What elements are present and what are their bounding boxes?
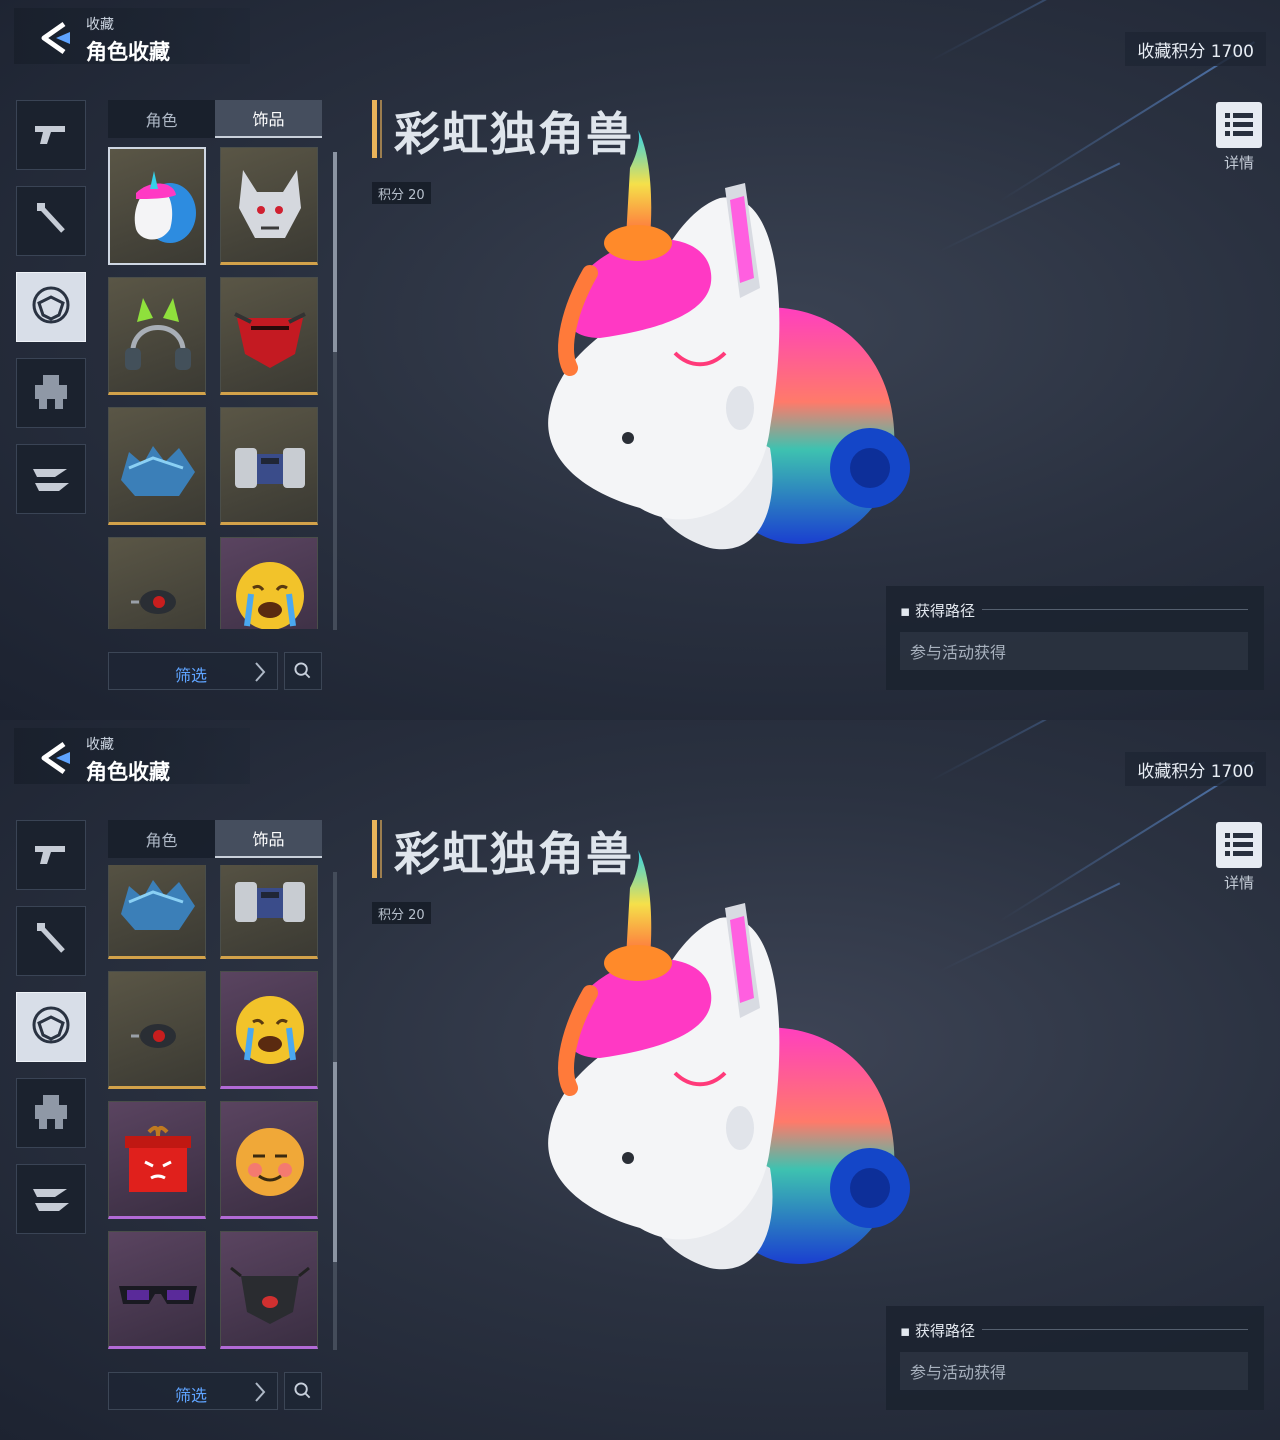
acquisition-panel: ▪ 获得路径 参与活动获得 (886, 586, 1264, 690)
category-tabs: 角色 饰品 (108, 820, 322, 858)
collection-points: 收藏积分 1700 (1125, 32, 1266, 66)
category-tabs: 角色 饰品 (108, 100, 322, 138)
header-bar: 收藏 角色收藏 (14, 8, 250, 64)
back-arrow-icon[interactable] (34, 18, 78, 58)
bg-streak (939, 882, 1121, 972)
acquisition-heading-text: 获得路径 (914, 1322, 975, 1340)
grid-item-unicorn-head[interactable] (108, 147, 206, 265)
header-bar: 收藏 角色收藏 (14, 728, 250, 784)
back-arrow-icon[interactable] (34, 738, 78, 778)
unicorn-head-model (548, 850, 910, 1270)
chevron-right-icon (255, 662, 266, 682)
filter-label: 筛选 (175, 666, 208, 685)
pistol-icon (31, 838, 71, 872)
search-icon (294, 1382, 311, 1399)
item-score: 积分 20 (372, 902, 431, 924)
sidebar-item-vehicle[interactable] (16, 444, 86, 514)
sidebar-item-mech[interactable] (16, 1078, 86, 1148)
collection-points: 收藏积分 1700 (1125, 752, 1266, 786)
grid-item-wolf-mask[interactable] (220, 147, 318, 265)
filter-label: 筛选 (175, 1386, 208, 1405)
grid-scrollbar[interactable] (333, 152, 337, 630)
acquisition-heading: ▪ 获得路径 (900, 1322, 975, 1340)
bg-streak (939, 162, 1121, 252)
acquisition-heading-text: 获得路径 (914, 602, 975, 620)
detail-label: 详情 (1224, 154, 1255, 172)
divider (982, 609, 1248, 610)
item-grid (108, 145, 322, 629)
item-grid (108, 865, 322, 1349)
breadcrumb: 收藏 (86, 17, 114, 33)
grid-item-cat-ear-headset[interactable] (108, 277, 206, 395)
sidebar-item-pistol[interactable] (16, 820, 86, 890)
vehicle-icon (29, 1177, 73, 1221)
mask-icon (29, 1003, 73, 1051)
title-accent (380, 820, 382, 878)
tab-character[interactable]: 角色 (108, 820, 215, 858)
tab-accessory[interactable]: 饰品 (215, 820, 322, 858)
grid-item-black-face-mask[interactable] (220, 1231, 318, 1349)
melee-icon (31, 199, 71, 243)
divider (982, 1329, 1248, 1330)
list-icon (1225, 113, 1253, 136)
search-button[interactable] (284, 652, 322, 690)
sidebar-item-mask[interactable] (16, 272, 86, 342)
grid-item-smug-emoji-head[interactable] (220, 1101, 318, 1219)
unicorn-head-model (548, 130, 910, 550)
grid-item-crying-emoji-head[interactable] (220, 537, 318, 629)
list-icon (1225, 833, 1253, 856)
acquisition-heading: ▪ 获得路径 (900, 602, 975, 620)
page-title: 角色收藏 (86, 40, 170, 64)
title-accent (372, 100, 377, 158)
acquisition-method: 参与活动获得 (900, 1352, 1248, 1390)
grid-item-blue-crystal-armor[interactable] (108, 865, 206, 959)
grid-item-crying-emoji-head[interactable] (220, 971, 318, 1089)
detail-label: 详情 (1224, 874, 1255, 892)
filter-button[interactable]: 筛选 (108, 1372, 278, 1410)
grid-item-red-mask[interactable] (220, 277, 318, 395)
sidebar-item-melee[interactable] (16, 186, 86, 256)
acquisition-method: 参与活动获得 (900, 632, 1248, 670)
sidebar-item-mask[interactable] (16, 992, 86, 1062)
chevron-right-icon (255, 1382, 266, 1402)
grid-item-purple-glasses[interactable] (108, 1231, 206, 1349)
sidebar-item-mech[interactable] (16, 358, 86, 428)
sidebar-item-vehicle[interactable] (16, 1164, 86, 1234)
search-button[interactable] (284, 1372, 322, 1410)
sidebar-item-pistol[interactable] (16, 100, 86, 170)
mask-icon (29, 283, 73, 331)
grid-item-red-eye-device[interactable] (108, 971, 206, 1089)
acquisition-panel: ▪ 获得路径 参与活动获得 (886, 1306, 1264, 1410)
detail-button[interactable] (1216, 822, 1262, 868)
scroll-thumb[interactable] (333, 152, 337, 352)
detail-button[interactable] (1216, 102, 1262, 148)
collection-screen: 收藏 角色收藏 收藏积分 1700 角色 饰品 筛选 彩虹独角兽 积分 20 详… (0, 0, 1280, 720)
grid-item-angry-gift-box[interactable] (108, 1101, 206, 1219)
grid-item-mech-shoulder-armor[interactable] (220, 865, 318, 959)
mech-icon (29, 1089, 73, 1137)
scroll-thumb[interactable] (333, 1062, 337, 1262)
search-icon (294, 662, 311, 679)
tab-character[interactable]: 角色 (108, 100, 215, 138)
grid-item-mech-shoulder-armor[interactable] (220, 407, 318, 525)
filter-button[interactable]: 筛选 (108, 652, 278, 690)
pistol-icon (31, 118, 71, 152)
grid-item-blue-crystal-armor[interactable] (108, 407, 206, 525)
breadcrumb: 收藏 (86, 737, 114, 753)
title-accent (380, 100, 382, 158)
sidebar-item-melee[interactable] (16, 906, 86, 976)
grid-scrollbar[interactable] (333, 872, 337, 1350)
grid-item-red-eye-device[interactable] (108, 537, 206, 629)
vehicle-icon (29, 457, 73, 501)
melee-icon (31, 919, 71, 963)
item-score: 积分 20 (372, 182, 431, 204)
tab-accessory[interactable]: 饰品 (215, 100, 322, 138)
title-accent (372, 820, 377, 878)
mech-icon (29, 369, 73, 417)
collection-screen: 收藏 角色收藏 收藏积分 1700 角色 饰品 筛选 彩虹独角兽 积分 20 详… (0, 720, 1280, 1440)
page-title: 角色收藏 (86, 760, 170, 784)
